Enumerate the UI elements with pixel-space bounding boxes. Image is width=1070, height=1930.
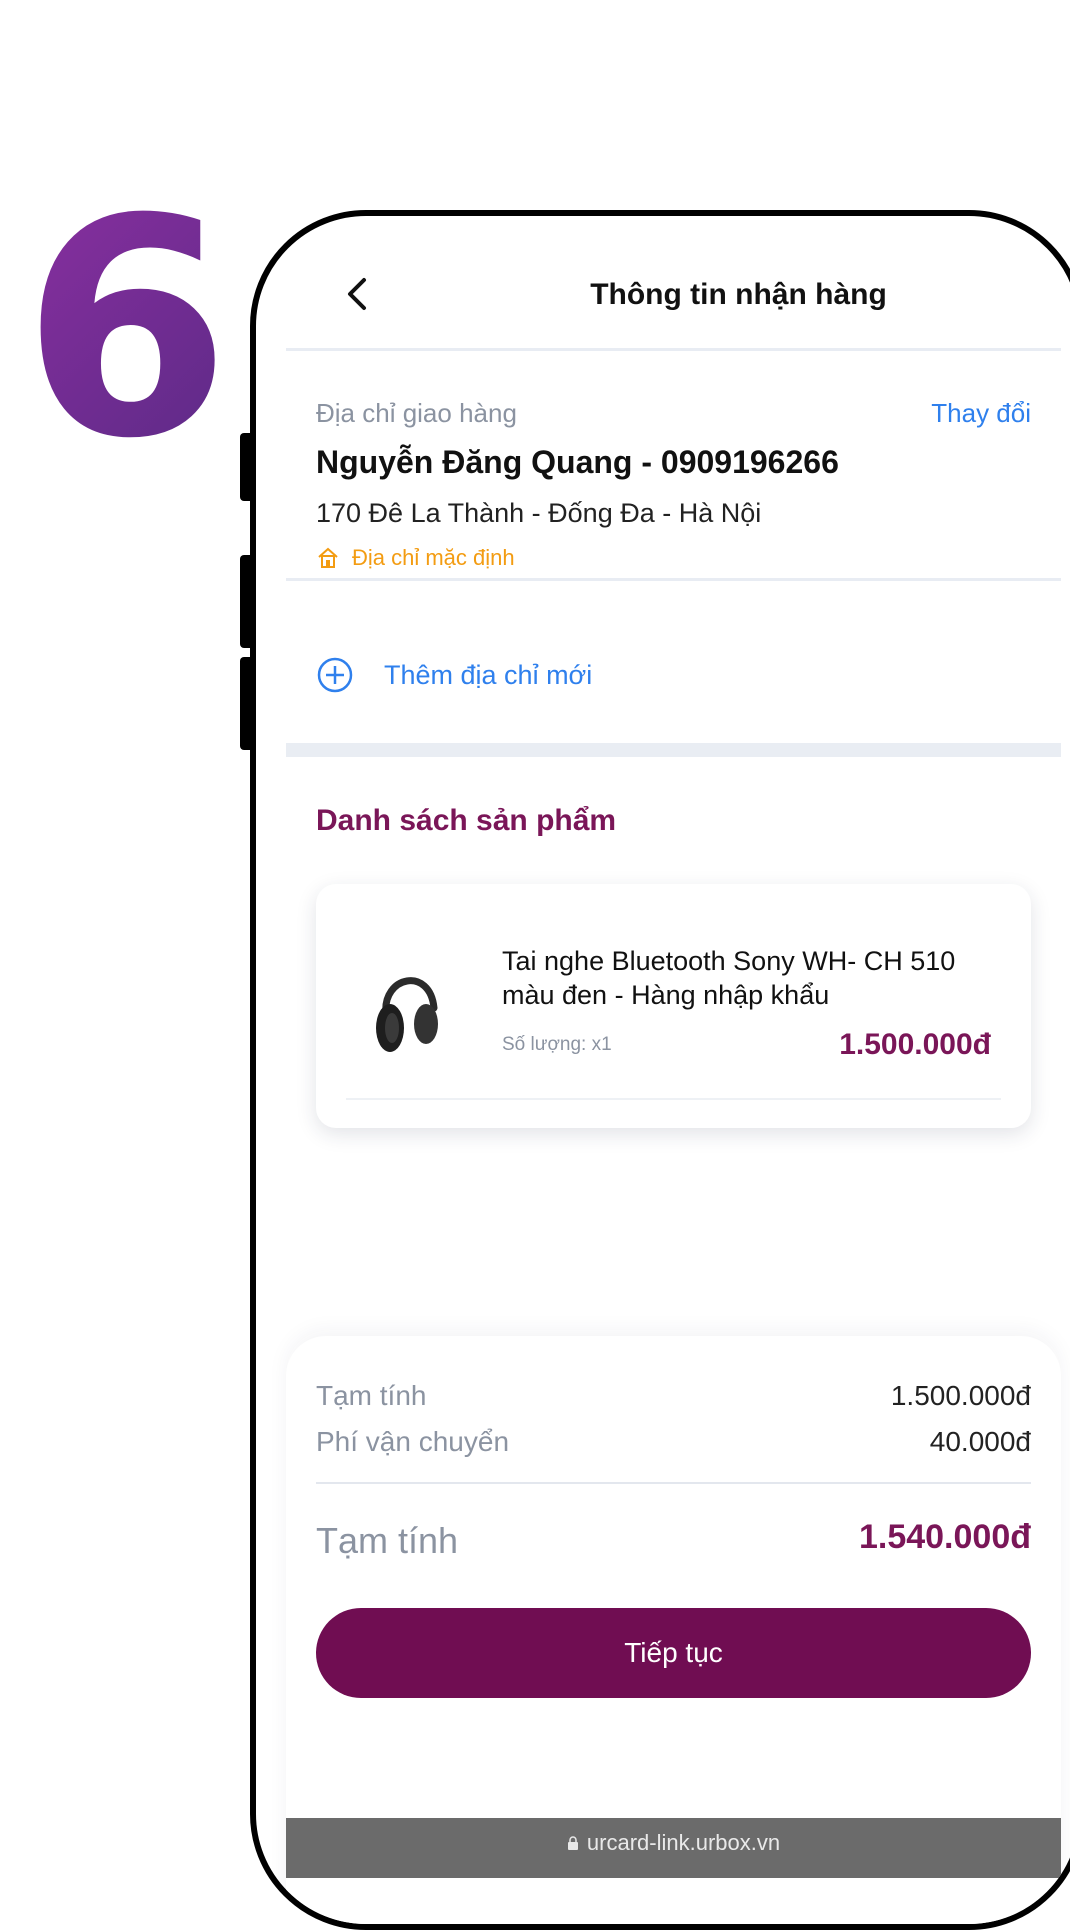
page-title: Thông tin nhận hàng [590, 278, 887, 311]
shipping-label: Phí vận chuyển [316, 1426, 510, 1457]
house-icon [318, 547, 338, 568]
header: Thông tin nhận hàng [286, 216, 1061, 351]
default-address-tag: Địa chỉ mặc định [316, 545, 515, 571]
address-street: 170 Đê La Thành - Đống Đa - Hà Nội [316, 498, 762, 528]
phone-frame: Thông tin nhận hàng Địa chỉ giao hàng Th… [250, 210, 1070, 1930]
subtotal-value: 1.500.000đ [890, 1380, 1031, 1411]
section-divider [286, 743, 1061, 757]
change-address-link[interactable]: Thay đổi [931, 398, 1031, 429]
product-price: 1.500.000đ [839, 1028, 991, 1061]
address-label: Địa chỉ giao hàng [316, 398, 517, 428]
shipping-value: 40.000đ [929, 1426, 1031, 1457]
default-address-label: Địa chỉ mặc định [352, 545, 515, 570]
add-address-label: Thêm địa chỉ mới [384, 659, 593, 690]
product-card: Tai nghe Bluetooth Sony WH- CH 510 màu đ… [316, 884, 1031, 1128]
subtotal-label: Tạm tính [316, 1380, 427, 1411]
add-address-button[interactable]: Thêm địa chỉ mới [316, 656, 592, 694]
url-text: urcard-link.urbox.vn [586, 1830, 781, 1855]
lock-icon [567, 1836, 578, 1850]
product-name: Tai nghe Bluetooth Sony WH- CH 510 màu đ… [502, 946, 956, 1010]
card-divider [346, 1098, 1001, 1100]
continue-button[interactable]: Tiếp tục [316, 1608, 1031, 1698]
plus-circle-icon [317, 657, 353, 693]
recipient-name-phone: Nguyễn Đăng Quang - 0909196266 [316, 444, 839, 480]
shipping-address-section: Địa chỉ giao hàng Thay đổi Nguyễn Đăng Q… [286, 348, 1061, 581]
step-number: 6 [22, 155, 231, 504]
total-label: Tạm tính [316, 1520, 459, 1561]
summary-divider [316, 1482, 1031, 1484]
total-value: 1.540.000đ [858, 1518, 1031, 1556]
headphones-image [376, 977, 438, 1052]
product-list-title: Danh sách sản phẩm [316, 804, 617, 837]
product-quantity: Số lượng: x1 [502, 1034, 612, 1055]
browser-url-bar[interactable]: urcard-link.urbox.vn [286, 1818, 1061, 1878]
app-screen: Thông tin nhận hàng Địa chỉ giao hàng Th… [286, 216, 1061, 1924]
